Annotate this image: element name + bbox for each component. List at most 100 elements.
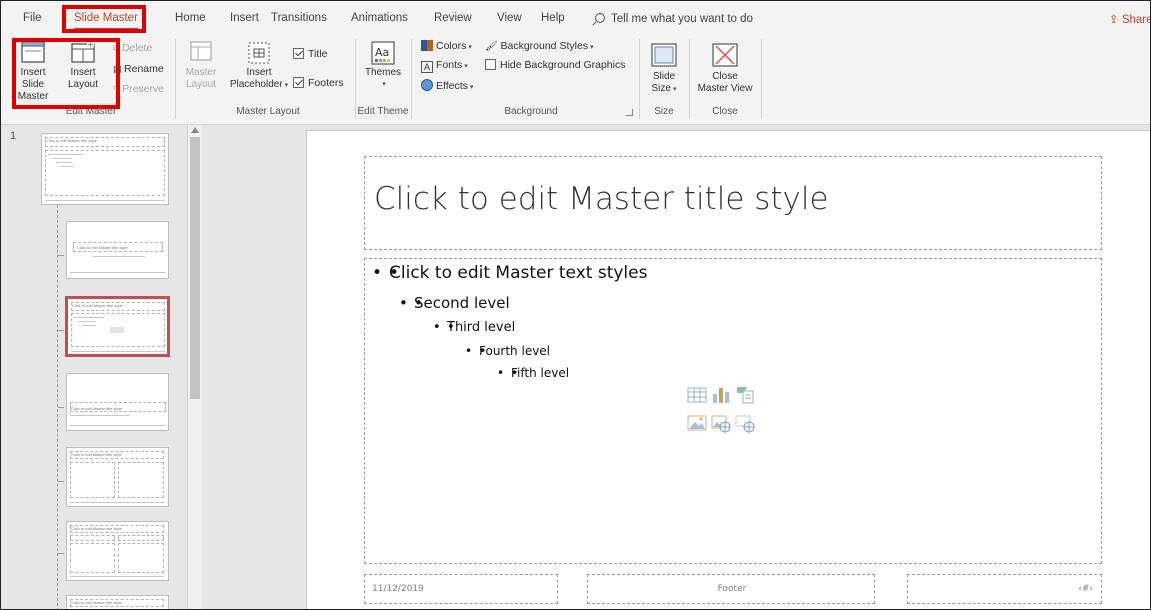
tab-view[interactable]: View bbox=[497, 12, 522, 24]
slide-size-button[interactable]: Slide Size ▾ bbox=[645, 43, 683, 96]
close-master-view-line1: Close bbox=[712, 71, 738, 82]
footer-placeholder[interactable]: Footer bbox=[587, 574, 875, 604]
background-dialog-launcher-icon[interactable] bbox=[626, 109, 633, 116]
rename-button[interactable]: ▤ Rename bbox=[113, 63, 164, 75]
chevron-down-icon: ▾ bbox=[590, 44, 594, 51]
hide-background-graphics-checkbox[interactable]: Hide Background Graphics bbox=[485, 59, 625, 71]
thumb-placeholder bbox=[70, 462, 115, 498]
themes-icon: Aa bbox=[371, 41, 395, 65]
master-layout-line1: Master bbox=[185, 67, 217, 78]
thumb-footer-line bbox=[70, 425, 166, 426]
thumb-footer-line bbox=[71, 351, 165, 352]
layout-connector-tick bbox=[58, 407, 64, 408]
thumb-placeholder bbox=[70, 543, 115, 573]
thumb-placeholder bbox=[70, 599, 164, 607]
colors-button[interactable]: Colors ▾ bbox=[421, 40, 472, 52]
master-slide-canvas[interactable]: Click to edit Master title style • Click … bbox=[306, 130, 1150, 609]
title-placeholder[interactable]: Click to edit Master title style bbox=[364, 156, 1102, 250]
bullet-dot: • bbox=[465, 344, 473, 358]
thumb-text-line bbox=[70, 415, 130, 416]
title-checkbox[interactable]: Title bbox=[293, 48, 327, 60]
thumb-text-line bbox=[52, 158, 72, 159]
insert-video-icon[interactable] bbox=[735, 413, 755, 433]
master-layout-button[interactable]: Master Layout bbox=[183, 41, 219, 91]
slide-size-label: Size bbox=[651, 83, 671, 94]
tab-help[interactable]: Help bbox=[541, 12, 565, 24]
tell-me-search[interactable]: Tell me what you want to do bbox=[595, 12, 753, 25]
bullet-dot: • bbox=[433, 320, 441, 335]
tab-review[interactable]: Review bbox=[434, 12, 472, 24]
preserve-button[interactable]: ⚲ Preserve bbox=[113, 83, 164, 95]
layout-thumbnail[interactable]: Click to edit Master title style bbox=[66, 521, 169, 581]
bullet-level-4: • Fourth level bbox=[465, 344, 550, 358]
preserve-label: Preserve bbox=[122, 83, 165, 95]
ribbon-tab-bar: File Slide Master Home Insert Transition… bbox=[1, 1, 1151, 35]
checkbox-unchecked-icon bbox=[485, 59, 496, 70]
thumb-placeholder bbox=[45, 150, 165, 196]
layout-thumbnail[interactable]: Click to edit Master title style bbox=[66, 373, 169, 431]
tab-home[interactable]: Home bbox=[175, 12, 206, 24]
fonts-icon: A bbox=[421, 61, 433, 73]
bullet-level-1: • Click to edit Master text styles bbox=[372, 263, 647, 283]
content-placeholder[interactable]: • Click to edit Master text styles • Secon… bbox=[364, 258, 1102, 564]
background-styles-label: Background Styles bbox=[500, 40, 589, 52]
slide-thumbnail-pane[interactable]: 1 Click to edit Master title style Click… bbox=[1, 125, 203, 609]
share-button[interactable]: ⇪ Share bbox=[1109, 12, 1151, 26]
share-label: Share bbox=[1121, 14, 1151, 26]
footers-checkbox[interactable]: Footers bbox=[293, 77, 344, 89]
themes-label: Themes bbox=[364, 67, 402, 78]
thumb-text-line bbox=[60, 166, 74, 167]
layout-thumbnail[interactable]: Click to edit Master title style bbox=[66, 447, 169, 507]
slide-number-label: 1 bbox=[10, 130, 17, 142]
scroll-up-icon[interactable] bbox=[191, 127, 199, 133]
insert-placeholder-button[interactable]: Insert Placeholder ▾ bbox=[229, 41, 289, 92]
group-separator bbox=[411, 39, 412, 119]
effects-label: Effects bbox=[436, 80, 468, 92]
title-checkbox-label: Title bbox=[308, 48, 328, 60]
thumb-footer-line bbox=[70, 272, 166, 273]
thumbnail-scrollbar[interactable] bbox=[187, 125, 202, 609]
rename-label: Rename bbox=[124, 63, 164, 75]
layout-connector-tick bbox=[58, 255, 64, 256]
close-master-view-button[interactable]: Close Master View bbox=[693, 43, 757, 95]
background-styles-button[interactable]: 🖌 Background Styles ▾ bbox=[485, 40, 594, 52]
group-label-close: Close bbox=[712, 106, 738, 117]
thumb-placeholder bbox=[118, 535, 164, 541]
tab-transitions[interactable]: Transitions bbox=[271, 12, 327, 24]
thumb-footer-line bbox=[45, 200, 165, 201]
themes-button[interactable]: Aa Themes ▾ bbox=[361, 41, 405, 91]
insert-chart-icon[interactable] bbox=[711, 385, 731, 405]
thumb-placeholder bbox=[70, 525, 164, 533]
insert-placeholder-line1: Insert bbox=[246, 67, 272, 78]
insert-table-icon[interactable] bbox=[687, 385, 707, 405]
layout-thumbnail-selected[interactable]: Click to edit Master title style bbox=[65, 296, 170, 357]
bullet-dot: • bbox=[372, 263, 383, 283]
layout-thumbnail[interactable]: Click to edit Master title style bbox=[66, 221, 169, 279]
thumb-placeholder bbox=[70, 402, 166, 412]
slide-number-text: ‹#› bbox=[1078, 584, 1093, 594]
layout-thumbnail[interactable]: Click to edit Master title style bbox=[66, 595, 169, 609]
footer-text: Footer bbox=[717, 584, 747, 594]
slide-number-placeholder[interactable]: ‹#› bbox=[907, 574, 1102, 604]
scrollbar-thumb[interactable] bbox=[190, 137, 200, 399]
tab-file[interactable]: File bbox=[23, 12, 42, 24]
group-label-master-layout: Master Layout bbox=[236, 106, 300, 117]
background-styles-icon: 🖌 bbox=[485, 41, 501, 52]
thumb-text-line bbox=[56, 162, 72, 163]
colors-icon bbox=[421, 40, 433, 51]
tab-insert[interactable]: Insert bbox=[230, 12, 259, 24]
effects-button[interactable]: Effects ▾ bbox=[421, 79, 473, 92]
insert-online-picture-icon[interactable] bbox=[711, 413, 731, 433]
thumb-text-line bbox=[93, 256, 145, 257]
master-thumbnail[interactable]: Click to edit Master title style bbox=[41, 133, 169, 205]
svg-text:Aa: Aa bbox=[375, 46, 389, 59]
insert-picture-icon[interactable] bbox=[687, 413, 707, 433]
insert-smartart-icon[interactable] bbox=[735, 385, 755, 405]
fonts-button[interactable]: A Fonts ▾ bbox=[421, 59, 468, 73]
master-layout-line2: Layout bbox=[185, 79, 217, 90]
chevron-down-icon: ▾ bbox=[382, 81, 386, 88]
chevron-down-icon: ▾ bbox=[468, 44, 472, 51]
tab-animations[interactable]: Animations bbox=[351, 12, 408, 24]
date-placeholder[interactable]: 11/12/2019 bbox=[364, 574, 558, 604]
slide-size-line2: Size ▾ bbox=[645, 83, 683, 96]
